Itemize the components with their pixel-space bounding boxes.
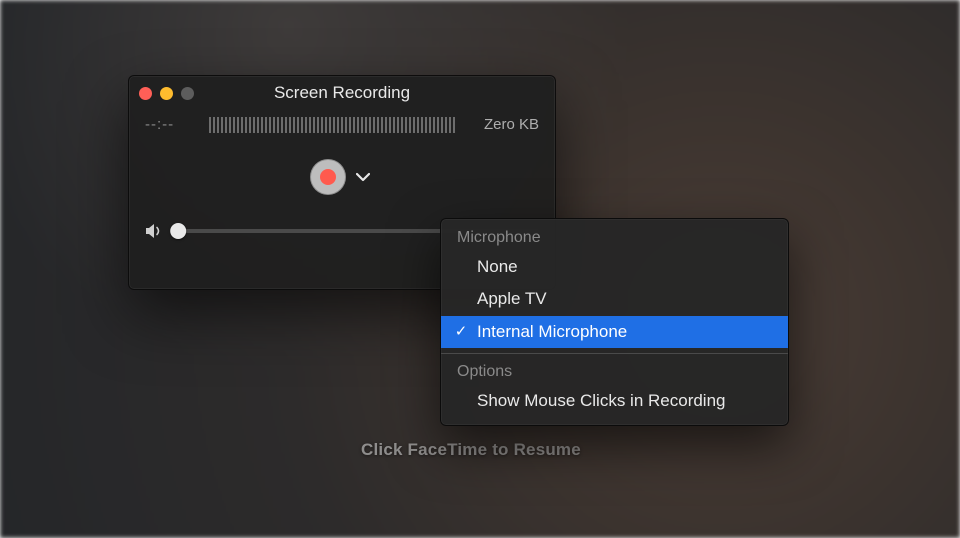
menu-item-mic-apple-tv[interactable]: Apple TV	[441, 283, 788, 315]
recording-size: Zero KB	[484, 116, 539, 133]
menu-item-label: Show Mouse Clicks in Recording	[477, 388, 726, 414]
audio-level-meter	[209, 117, 470, 133]
menu-divider	[441, 353, 788, 354]
menu-item-mic-none[interactable]: None	[441, 251, 788, 283]
recording-timer: --:--	[145, 116, 195, 133]
chevron-down-icon	[356, 172, 370, 182]
menu-item-show-mouse-clicks[interactable]: Show Mouse Clicks in Recording	[441, 385, 788, 417]
record-options-menu: Microphone None Apple TV ✓ Internal Micr…	[440, 218, 789, 426]
record-button[interactable]	[310, 159, 346, 195]
minimize-button[interactable]	[160, 87, 173, 100]
facetime-resume-hint: Click FaceTime to Resume	[361, 440, 581, 460]
window-controls	[139, 87, 194, 100]
status-row: --:-- Zero KB	[129, 110, 555, 133]
volume-slider-knob[interactable]	[170, 223, 186, 239]
close-button[interactable]	[139, 87, 152, 100]
menu-item-mic-internal[interactable]: ✓ Internal Microphone	[441, 316, 788, 348]
record-row	[129, 159, 555, 195]
menu-item-label: Apple TV	[477, 286, 547, 312]
record-options-dropdown[interactable]	[352, 168, 374, 186]
titlebar: Screen Recording	[129, 76, 555, 110]
menu-item-label: Internal Microphone	[477, 319, 627, 345]
speaker-icon	[145, 223, 165, 239]
menu-item-label: None	[477, 254, 518, 280]
menu-section-options: Options	[441, 359, 788, 385]
check-icon: ✓	[451, 320, 471, 343]
zoom-button[interactable]	[181, 87, 194, 100]
menu-section-microphone: Microphone	[441, 225, 788, 251]
record-icon	[320, 169, 336, 185]
